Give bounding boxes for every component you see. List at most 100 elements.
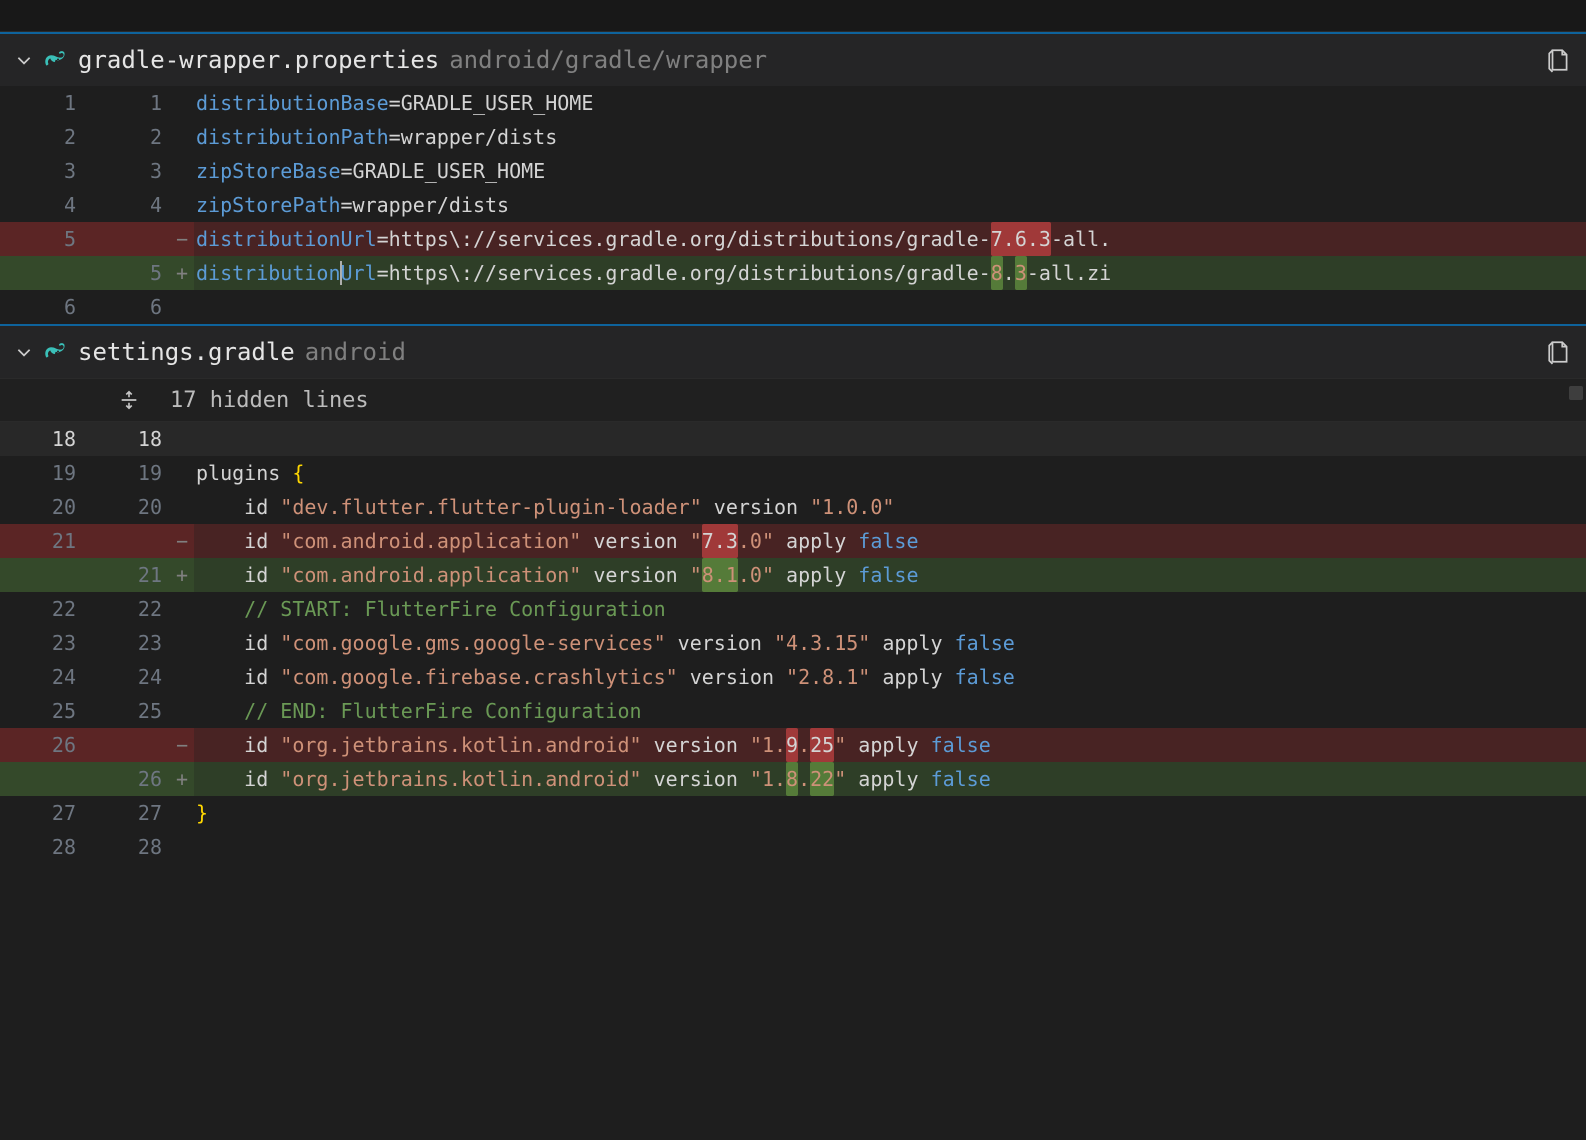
chevron-down-icon[interactable] — [14, 50, 34, 70]
code-content: distributionPath=wrapper/dists — [194, 120, 1586, 154]
file-header[interactable]: gradle-wrapper.properties android/gradle/… — [0, 34, 1586, 86]
line-number-old: 24 — [0, 660, 90, 694]
diff-marker — [170, 422, 194, 456]
line-number-old: 3 — [0, 154, 90, 188]
line-number-new: 25 — [90, 694, 170, 728]
line-number-old: 27 — [0, 796, 90, 830]
diff-marker — [170, 86, 194, 120]
code-line[interactable]: 26+ id "org.jetbrains.kotlin.android" ve… — [0, 762, 1586, 796]
file-name: settings.gradle — [78, 338, 295, 366]
line-number-new — [90, 728, 170, 762]
line-number-new — [90, 524, 170, 558]
revert-file-icon[interactable] — [1546, 47, 1572, 73]
code-line[interactable]: 2222 // START: FlutterFire Configuration — [0, 592, 1586, 626]
code-area[interactable]: 18181919plugins {2020 id "dev.flutter.fl… — [0, 422, 1586, 864]
file-header[interactable]: settings.gradleandroid — [0, 326, 1586, 378]
line-number-old: 19 — [0, 456, 90, 490]
hidden-lines-row[interactable]: 17 hidden lines — [0, 378, 1586, 422]
diff-marker — [170, 290, 194, 324]
file-name: gradle-wrapper.properties — [78, 46, 439, 74]
code-line[interactable]: 66 — [0, 290, 1586, 324]
diff-marker: − — [170, 524, 194, 558]
diff-marker — [170, 154, 194, 188]
line-number-old — [0, 558, 90, 592]
hidden-lines-label: 17 hidden lines — [170, 388, 369, 413]
chevron-down-icon[interactable] — [14, 342, 34, 362]
code-line[interactable]: 11distributionBase=GRADLE_USER_HOME — [0, 86, 1586, 120]
line-number-new: 3 — [90, 154, 170, 188]
line-number-old: 25 — [0, 694, 90, 728]
line-number-old — [0, 256, 90, 290]
diff-marker: − — [170, 728, 194, 762]
line-number-new: 23 — [90, 626, 170, 660]
code-content — [194, 422, 1586, 456]
line-number-new: 27 — [90, 796, 170, 830]
line-number-old: 21 — [0, 524, 90, 558]
diff-marker — [170, 120, 194, 154]
diff-marker: + — [170, 558, 194, 592]
code-line[interactable]: 5+distributionUrl=https\://services.grad… — [0, 256, 1586, 290]
code-line[interactable]: 2828 — [0, 830, 1586, 864]
code-content: } — [194, 796, 1586, 830]
line-number-new: 6 — [90, 290, 170, 324]
line-number-new: 28 — [90, 830, 170, 864]
code-line[interactable]: 44zipStorePath=wrapper/dists — [0, 188, 1586, 222]
code-content: id "com.google.firebase.crashlytics" ver… — [194, 660, 1586, 694]
code-content: // START: FlutterFire Configuration — [194, 592, 1586, 626]
diff-marker — [170, 694, 194, 728]
code-line[interactable]: 2323 id "com.google.gms.google-services"… — [0, 626, 1586, 660]
line-number-old: 1 — [0, 86, 90, 120]
line-number-new: 4 — [90, 188, 170, 222]
diff-marker — [170, 830, 194, 864]
code-line[interactable]: 2424 id "com.google.firebase.crashlytics… — [0, 660, 1586, 694]
diff-marker — [170, 660, 194, 694]
line-number-old: 18 — [0, 422, 90, 456]
code-line[interactable]: 21+ id "com.android.application" version… — [0, 558, 1586, 592]
unfold-icon[interactable] — [0, 389, 170, 411]
code-line[interactable]: 5−distributionUrl=https\://services.grad… — [0, 222, 1586, 256]
file-path: android/gradle/wrapper — [449, 46, 767, 74]
code-content: distributionUrl=https\://services.gradle… — [194, 222, 1586, 256]
code-line[interactable]: 1818 — [0, 422, 1586, 456]
diff-marker — [170, 188, 194, 222]
code-line[interactable]: 2727} — [0, 796, 1586, 830]
line-number-old: 5 — [0, 222, 90, 256]
line-number-new: 18 — [90, 422, 170, 456]
line-number-new — [90, 222, 170, 256]
code-line[interactable]: 26 − id "org.jetbrains.kotlin.android" ve… — [0, 728, 1586, 762]
code-content: zipStoreBase=GRADLE_USER_HOME — [194, 154, 1586, 188]
scrollbar-vertical[interactable] — [1569, 386, 1583, 400]
code-area[interactable]: 11distributionBase=GRADLE_USER_HOME22dis… — [0, 86, 1586, 324]
code-line[interactable]: 22distributionPath=wrapper/dists — [0, 120, 1586, 154]
diff-marker — [170, 456, 194, 490]
line-number-new: 24 — [90, 660, 170, 694]
line-number-old: 2 — [0, 120, 90, 154]
line-number-old — [0, 762, 90, 796]
line-number-old: 6 — [0, 290, 90, 324]
code-content: id "com.android.application" version "7.… — [194, 524, 1586, 558]
diff-marker: + — [170, 762, 194, 796]
gradle-file-icon — [44, 340, 68, 364]
code-content: id "com.google.gms.google-services" vers… — [194, 626, 1586, 660]
code-line[interactable]: 1919plugins { — [0, 456, 1586, 490]
top-toolbar-spacer — [0, 0, 1586, 32]
code-content: id "org.jetbrains.kotlin.android" versio… — [194, 728, 1586, 762]
line-number-old: 20 — [0, 490, 90, 524]
code-line[interactable]: 21 − id "com.android.application" version… — [0, 524, 1586, 558]
revert-file-icon[interactable] — [1546, 339, 1572, 365]
line-number-new: 5 — [90, 256, 170, 290]
code-content: distributionBase=GRADLE_USER_HOME — [194, 86, 1586, 120]
diff-file-section: settings.gradleandroid17 hidden lines181… — [0, 324, 1586, 864]
line-number-old: 26 — [0, 728, 90, 762]
line-number-new: 21 — [90, 558, 170, 592]
diff-marker — [170, 490, 194, 524]
code-content: // END: FlutterFire Configuration — [194, 694, 1586, 728]
code-line[interactable]: 2525 // END: FlutterFire Configuration — [0, 694, 1586, 728]
line-number-new: 20 — [90, 490, 170, 524]
line-number-new: 26 — [90, 762, 170, 796]
code-line[interactable]: 2020 id "dev.flutter.flutter-plugin-load… — [0, 490, 1586, 524]
code-line[interactable]: 33 zipStoreBase=GRADLE_USER_HOME — [0, 154, 1586, 188]
line-number-old: 28 — [0, 830, 90, 864]
code-content: id "com.android.application" version "8.… — [194, 558, 1586, 592]
code-content: id "dev.flutter.flutter-plugin-loader" v… — [194, 490, 1586, 524]
